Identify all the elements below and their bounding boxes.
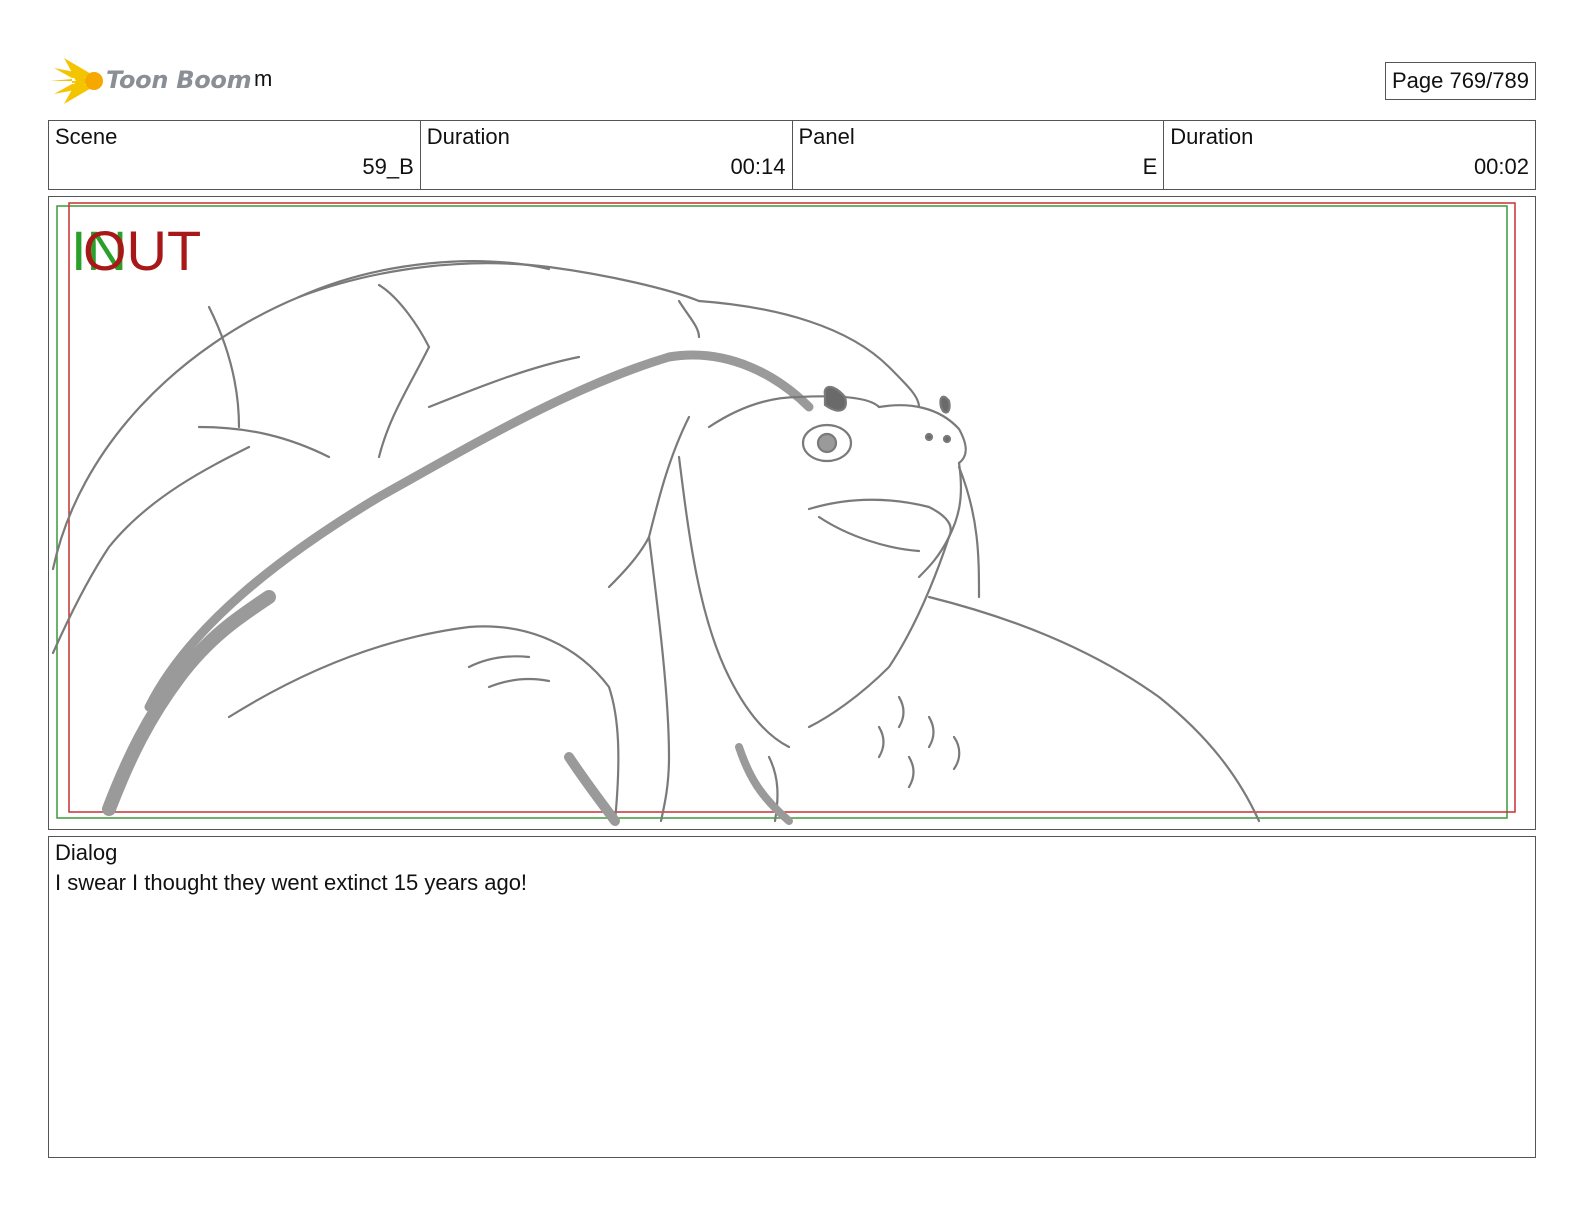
starburst-icon	[50, 58, 103, 104]
panel-duration-value: 00:02	[1473, 154, 1529, 179]
scene-duration-label: Duration	[426, 124, 510, 149]
tortoise-drawing	[51, 260, 1261, 826]
dialog-label: Dialog	[55, 840, 118, 865]
project-name: m	[254, 66, 273, 91]
toon-boom-logo: Toon Boom	[50, 54, 252, 108]
storyboard-panel: IN OUT	[48, 196, 1536, 830]
panel-duration-cell: Duration 00:02	[1164, 121, 1535, 189]
out-frame-border	[68, 202, 1516, 813]
scene-label: Scene	[55, 124, 118, 149]
in-frame-border	[56, 205, 1508, 819]
panel-duration-label: Duration	[1170, 124, 1254, 149]
scene-cell: Scene 59_B	[49, 121, 421, 189]
panel-info-table: Scene 59_B Duration 00:14 Panel E Durati…	[48, 120, 1536, 190]
scene-value: 59_B	[362, 154, 414, 179]
dialog-box: Dialog I swear I thought they went extin…	[48, 836, 1536, 1158]
tortoise-sketch	[51, 202, 1516, 826]
panel-value: E	[1142, 154, 1158, 179]
in-out-markers: IN OUT	[71, 221, 211, 281]
scene-duration-cell: Duration 00:14	[421, 121, 793, 189]
panel-label: Panel	[798, 124, 855, 149]
out-marker: OUT	[83, 219, 202, 282]
page-header: Toon Boom m Page 769/789	[48, 52, 1536, 110]
logo-wordmark: Toon Boom	[106, 66, 252, 94]
panel-cell: Panel E	[793, 121, 1165, 189]
scene-duration-value: 00:14	[730, 154, 786, 179]
dialog-text: I swear I thought they went extinct 15 y…	[55, 870, 528, 895]
page-indicator: Page 769/789	[1384, 62, 1536, 100]
